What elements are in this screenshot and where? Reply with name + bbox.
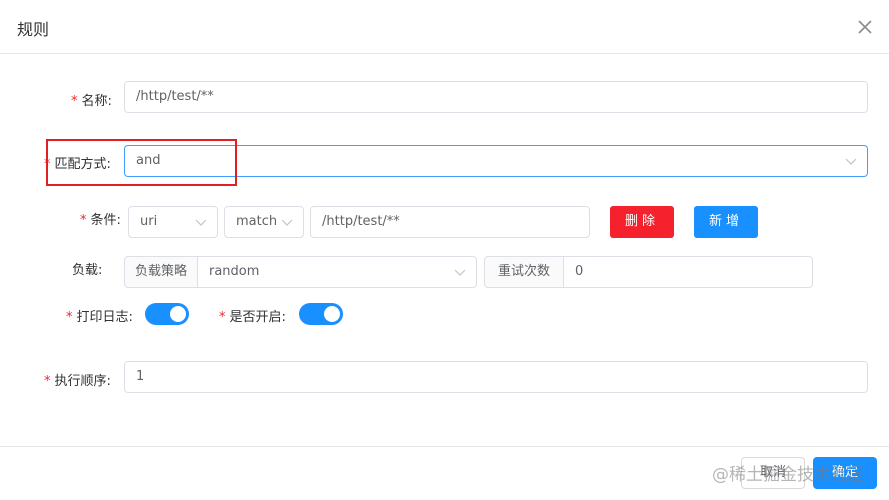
retry-addon: 重试次数: [484, 256, 564, 288]
strategy-select[interactable]: random: [197, 256, 477, 288]
close-icon[interactable]: [855, 17, 875, 37]
dialog-header: 规则: [0, 0, 889, 54]
ok-button[interactable]: 确定: [813, 457, 877, 489]
dialog-title: 规则: [17, 20, 50, 39]
order-label: * 执行顺序:: [44, 374, 111, 389]
condition-operator-select[interactable]: match: [224, 206, 304, 238]
print-log-switch[interactable]: [145, 303, 189, 325]
cancel-button[interactable]: 取消: [741, 457, 805, 489]
required-mark: *: [80, 213, 87, 228]
highlight-box: [46, 139, 237, 186]
chevron-down-icon: [281, 219, 293, 226]
delete-condition-button[interactable]: 删除: [610, 206, 674, 238]
switch-knob: [324, 306, 340, 322]
condition-pattern-input[interactable]: /http/test/**: [310, 206, 590, 238]
enabled-label: * 是否开启:: [219, 310, 286, 325]
condition-type-select[interactable]: uri: [128, 206, 218, 238]
load-label: 负载:: [72, 263, 103, 278]
chevron-down-icon: [195, 219, 207, 226]
order-input[interactable]: 1: [124, 361, 868, 393]
condition-label: * 条件:: [80, 213, 121, 228]
chevron-down-icon: [845, 158, 857, 165]
required-mark: *: [219, 310, 226, 325]
required-mark: *: [66, 310, 73, 325]
name-label: * 名称:: [71, 94, 112, 109]
print-log-label: * 打印日志:: [66, 310, 133, 325]
add-condition-button[interactable]: 新增: [694, 206, 758, 238]
strategy-addon: 负载策略: [124, 256, 198, 288]
chevron-down-icon: [454, 269, 466, 276]
switch-knob: [170, 306, 186, 322]
name-input[interactable]: /http/test/**: [124, 81, 868, 113]
required-mark: *: [71, 94, 78, 109]
retry-input[interactable]: 0: [563, 256, 813, 288]
enabled-switch[interactable]: [299, 303, 343, 325]
required-mark: *: [44, 374, 51, 389]
